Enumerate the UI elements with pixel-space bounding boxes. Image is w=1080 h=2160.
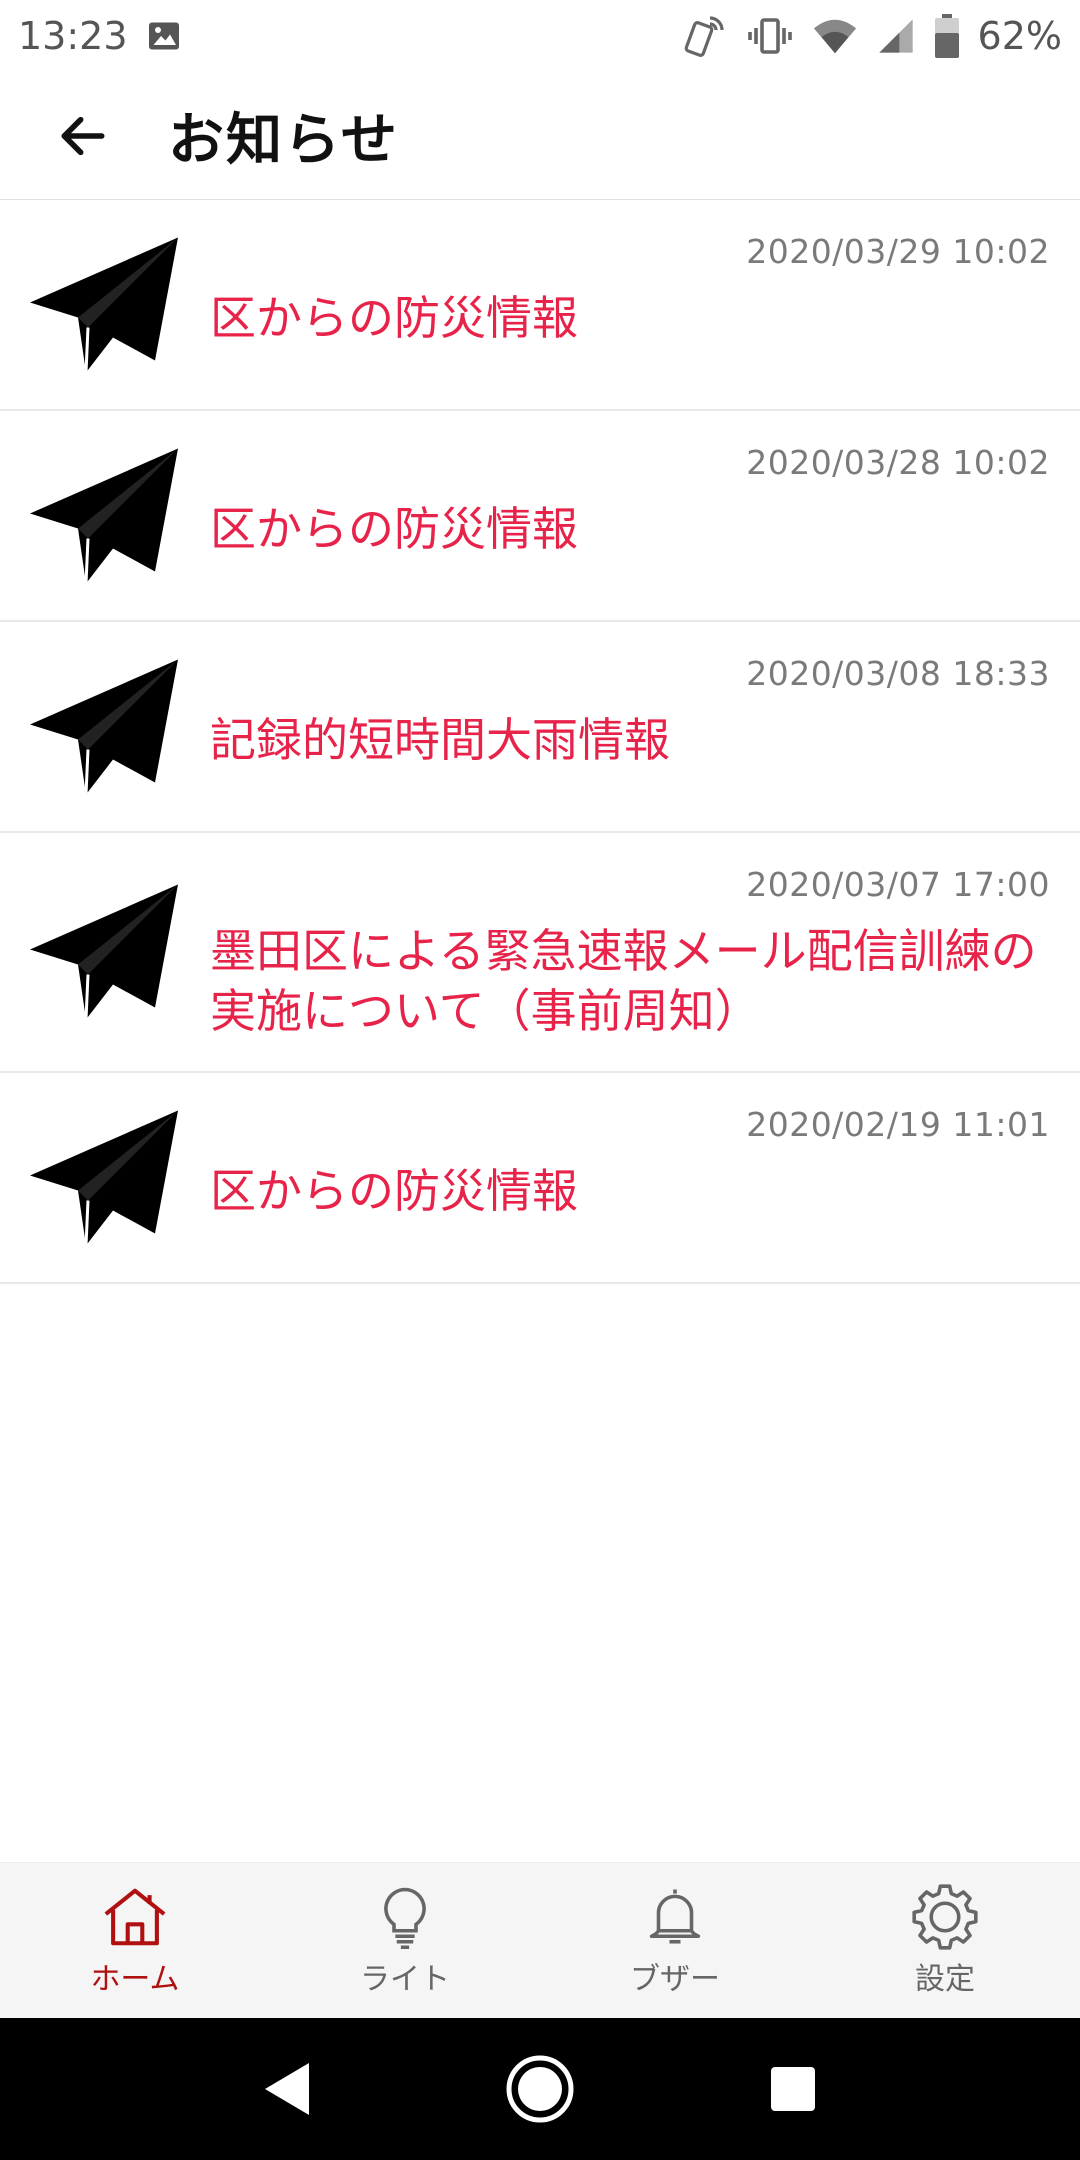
paper-plane-icon <box>28 232 183 377</box>
notice-title: 区からの防災情報 <box>210 291 578 345</box>
notice-list: 2020/03/29 10:02 区からの防災情報 2020/03/28 10:… <box>0 200 1080 1284</box>
bell-icon <box>642 1884 708 1950</box>
gear-icon <box>912 1883 978 1950</box>
system-nav-bar <box>0 2018 1080 2160</box>
page-title: お知らせ <box>168 108 399 173</box>
notice-title: 区からの防災情報 <box>210 502 578 556</box>
nav-label-light: ライト <box>360 1961 450 1997</box>
nav-item-buzzer[interactable]: ブザー <box>540 1863 810 2018</box>
notice-title: 区からの防災情報 <box>210 1164 578 1218</box>
back-button[interactable] <box>38 91 128 181</box>
nav-item-light[interactable]: ライト <box>270 1863 540 2018</box>
triangle-back-icon <box>261 2061 313 2117</box>
circle-home-icon <box>505 2054 575 2124</box>
nav-label-home: ホーム <box>90 1961 180 1997</box>
vibrate-icon <box>746 12 794 60</box>
status-time: 13:23 <box>18 14 128 58</box>
system-home-button[interactable] <box>490 2039 590 2139</box>
nfc-phone-icon <box>680 12 728 60</box>
paper-plane-icon <box>28 654 183 799</box>
notice-item[interactable]: 2020/02/19 11:01 区からの防災情報 <box>0 1073 1080 1284</box>
notice-date: 2020/02/19 11:01 <box>746 1105 1050 1144</box>
square-recents-icon <box>770 2066 816 2112</box>
notice-item[interactable]: 2020/03/28 10:02 区からの防災情報 <box>0 411 1080 622</box>
battery-percent: 62% <box>977 14 1062 58</box>
system-recents-button[interactable] <box>743 2039 843 2139</box>
notice-date: 2020/03/08 18:33 <box>746 654 1050 693</box>
nav-item-home[interactable]: ホーム <box>0 1863 270 2018</box>
lightbulb-icon <box>372 1884 438 1950</box>
battery-icon <box>934 14 960 58</box>
status-bar: 13:23 62% <box>0 0 1080 72</box>
paper-plane-icon <box>28 1105 183 1250</box>
notice-item[interactable]: 2020/03/08 18:33 記録的短時間大雨情報 <box>0 622 1080 833</box>
nav-item-settings[interactable]: 設定 <box>810 1863 1080 2018</box>
notice-date: 2020/03/29 10:02 <box>746 232 1050 271</box>
status-left: 13:23 <box>18 14 182 58</box>
notice-item[interactable]: 2020/03/29 10:02 区からの防災情報 <box>0 200 1080 411</box>
nav-label-settings: 設定 <box>915 1961 975 1997</box>
status-right: 62% <box>680 12 1062 60</box>
bottom-nav: ホーム ライト ブザー 設定 <box>0 1862 1080 2018</box>
paper-plane-icon <box>28 443 183 588</box>
image-icon <box>146 18 182 54</box>
notice-date: 2020/03/07 17:00 <box>746 865 1050 904</box>
notice-title: 記録的短時間大雨情報 <box>210 713 670 767</box>
notice-title: 墨田区による緊急速報メール配信訓練の実施について（事前周知） <box>210 924 1037 1038</box>
home-icon <box>100 1884 170 1950</box>
system-back-button[interactable] <box>237 2039 337 2139</box>
app-bar: お知らせ <box>0 72 1080 200</box>
notice-date: 2020/03/28 10:02 <box>746 443 1050 482</box>
nav-label-buzzer: ブザー <box>630 1961 720 1997</box>
signal-icon <box>876 16 916 56</box>
notice-item[interactable]: 2020/03/07 17:00 墨田区による緊急速報メール配信訓練の実施につい… <box>0 833 1080 1073</box>
paper-plane-icon <box>28 880 183 1025</box>
wifi-icon <box>812 13 858 59</box>
arrow-left-icon <box>55 108 111 164</box>
